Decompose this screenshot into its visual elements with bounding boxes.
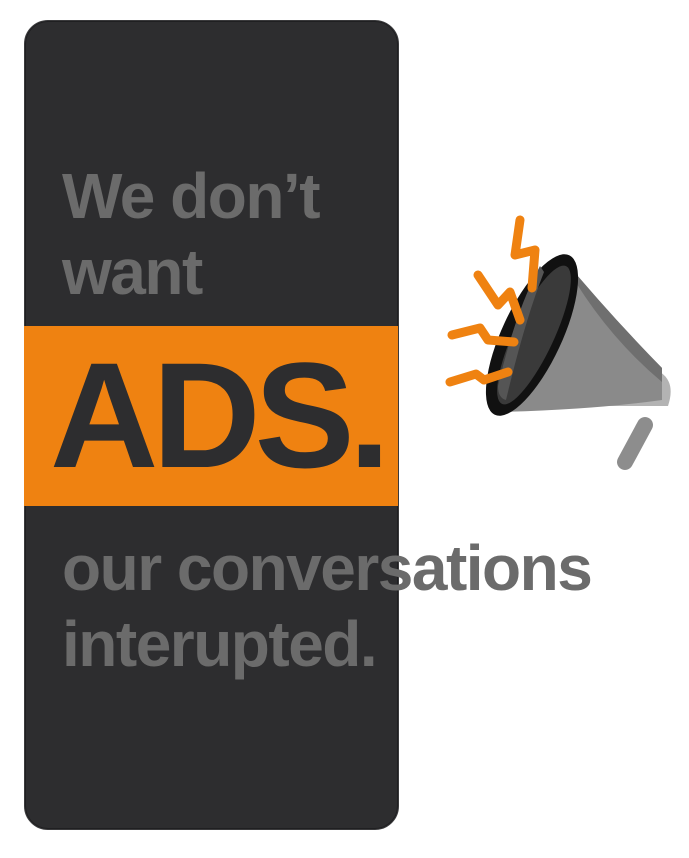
headline-emphasis: ADS. [50,331,390,499]
megaphone-icon [445,215,671,470]
ad-graphic: We don’t want ADS. our conversations int… [0,0,689,858]
headline-line-4: interupted. [62,608,378,680]
headline-line-3: our conversations [62,532,593,604]
headline-line-1: We don’t [62,160,321,232]
headline-line-2: want [62,236,203,308]
